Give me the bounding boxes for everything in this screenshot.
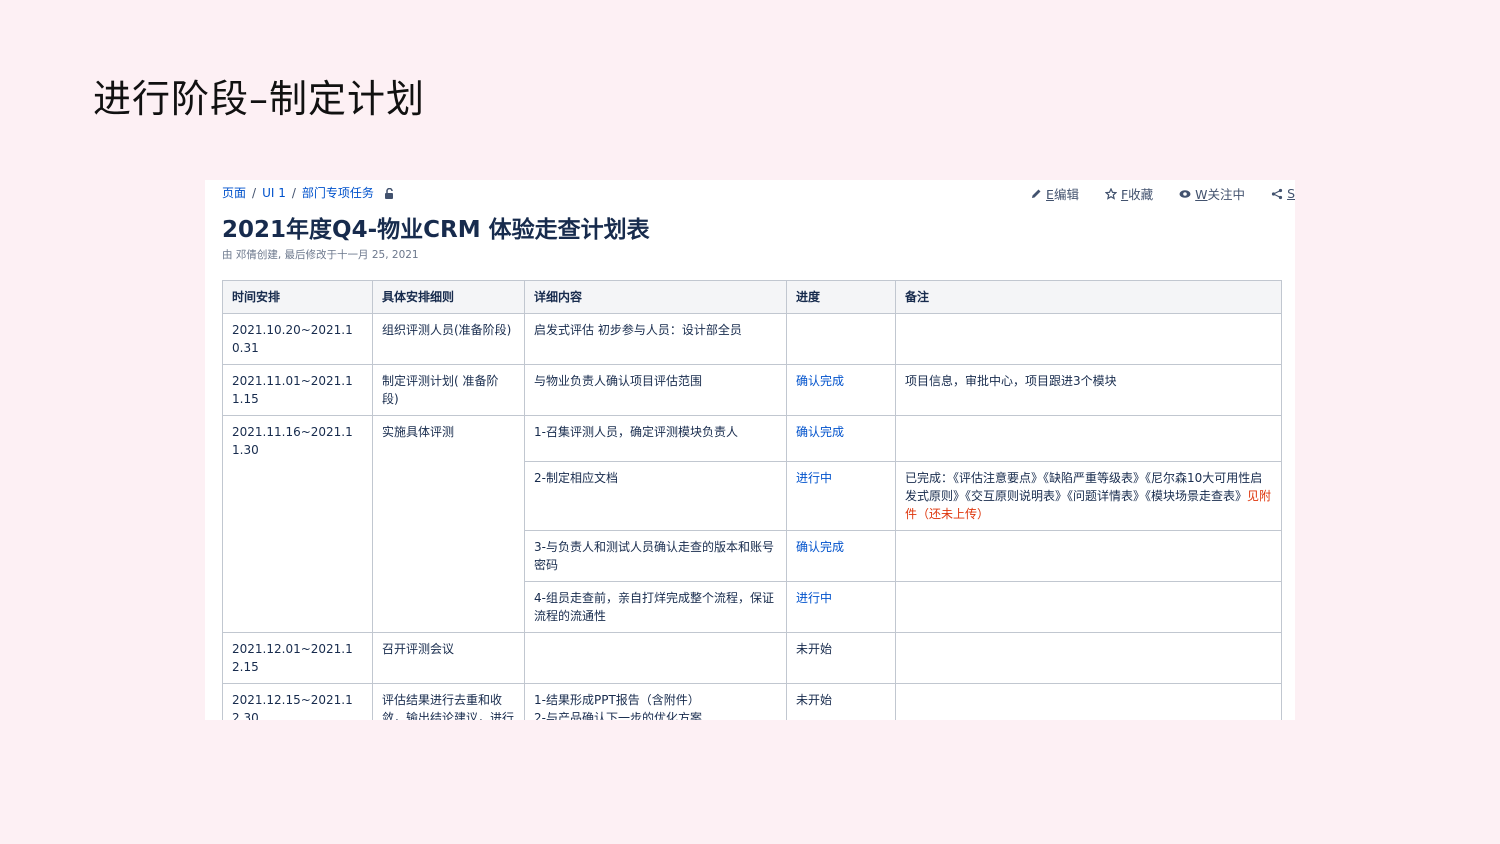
watch-shortcut: W xyxy=(1195,187,1208,202)
time-cell: 2021.12.15~2021.12.30 xyxy=(222,683,373,720)
detail-cell: 召开评测会议 xyxy=(372,632,525,684)
content-cell: 1-召集评测人员，确定评测模块负责人 xyxy=(524,415,787,462)
plan-table: 时间安排 具体安排细则 详细内容 进度 备注 2021.10.20~2021.1… xyxy=(222,280,1282,720)
time-cell: 2021.10.20~2021.10.31 xyxy=(222,313,373,365)
page-actions: E编辑 F收藏 W关注中 S xyxy=(1030,184,1295,203)
breadcrumb-separator: / xyxy=(291,185,296,200)
edit-button[interactable]: E编辑 xyxy=(1030,184,1079,203)
content-cell: 启发式评估 初步参与人员：设计部全员 xyxy=(524,313,787,365)
note-cell xyxy=(895,632,1282,684)
column-header: 详细内容 xyxy=(524,280,787,314)
note-cell xyxy=(895,313,1282,365)
table-row: 2021.12.01~2021.12.15 召开评测会议 未开始 xyxy=(222,632,1282,684)
column-header: 具体安排细则 xyxy=(372,280,525,314)
page-meta: 由 邓倩创建, 最后修改于十一月 25, 2021 xyxy=(222,249,419,261)
watch-label: 关注中 xyxy=(1207,187,1246,202)
table-row: 2021.10.20~2021.10.31 组织评测人员(准备阶段) 启发式评估… xyxy=(222,313,1282,365)
detail-cell: 制定评测计划( 准备阶段) xyxy=(372,364,525,416)
share-button[interactable]: S xyxy=(1271,186,1295,201)
progress-cell: 确认完成 xyxy=(786,364,896,416)
progress-cell: 未开始 xyxy=(786,632,896,684)
breadcrumb-item-pages[interactable]: 页面 xyxy=(222,184,246,201)
progress-cell: 确认完成 xyxy=(786,415,896,462)
watch-button[interactable]: W关注中 xyxy=(1179,184,1245,203)
content-cell: 4-组员走查前，亲自打烊完成整个流程，保证流程的流通性 xyxy=(524,581,787,633)
slide-title: 进行阶段–制定计划 xyxy=(93,77,426,121)
favorite-button[interactable]: F收藏 xyxy=(1104,184,1154,203)
content-cell: 3-与负责人和测试人员确认走查的版本和账号密码 xyxy=(524,530,787,582)
note-cell xyxy=(895,530,1282,582)
time-cell: 2021.11.01~2021.11.15 xyxy=(222,364,373,416)
progress-cell: 确认完成 xyxy=(786,530,896,582)
note-cell xyxy=(895,415,1282,462)
breadcrumb-item-dept-tasks[interactable]: 部门专项任务 xyxy=(302,184,374,201)
note-cell: 项目信息，审批中心，项目跟进3个模块 xyxy=(895,364,1282,416)
edit-shortcut: E xyxy=(1046,187,1054,202)
note-cell: 已完成：《评估注意要点》《缺陷严重等级表》《尼尔森10大可用性启发式原则》《交互… xyxy=(895,461,1282,531)
unlock-icon[interactable] xyxy=(384,187,394,199)
content-cell xyxy=(524,632,787,684)
breadcrumb-separator: / xyxy=(252,185,257,200)
column-header: 备注 xyxy=(895,280,1282,314)
table-header-row: 时间安排 具体安排细则 详细内容 进度 备注 xyxy=(222,280,1282,314)
progress-cell xyxy=(786,313,896,365)
share-shortcut: S xyxy=(1287,186,1295,201)
progress-cell: 进行中 xyxy=(786,461,896,531)
detail-cell: 组织评测人员(准备阶段) xyxy=(372,313,525,365)
table-row: 2021.12.15~2021.12.30 评估结果进行去重和收敛，输出结论建议… xyxy=(222,683,1282,720)
eye-icon xyxy=(1179,189,1191,198)
favorite-label: 收藏 xyxy=(1128,187,1154,202)
edit-label: 编辑 xyxy=(1053,187,1079,202)
pencil-icon xyxy=(1032,189,1041,198)
time-cell: 2021.11.16~2021.11.30 xyxy=(222,415,373,633)
content-cell: 2-制定相应文档 xyxy=(524,461,787,531)
content-line: 2-与产品确认下一步的优化方案 xyxy=(534,711,702,720)
star-icon xyxy=(1104,187,1117,200)
content-line: 1-结果形成PPT报告（含附件） xyxy=(534,693,700,707)
share-icon xyxy=(1271,188,1283,199)
note-cell xyxy=(895,683,1282,720)
detail-cell: 评估结果进行去重和收敛，输出结论建议，进行可视化归类报告 xyxy=(372,683,525,720)
progress-cell: 进行中 xyxy=(786,581,896,633)
breadcrumb: 页面 / UI 1 / 部门专项任务 xyxy=(222,184,394,201)
table-row: 2021.11.01~2021.11.15 制定评测计划( 准备阶段) 与物业负… xyxy=(222,364,1282,416)
detail-cell: 实施具体评测 xyxy=(372,415,525,633)
table-row: 2021.11.16~2021.11.30 实施具体评测 1-召集评测人员，确定… xyxy=(222,415,1282,633)
note-cell xyxy=(895,581,1282,633)
confluence-screenshot: 页面 / UI 1 / 部门专项任务 E编辑 F收藏 W关注中 S 2021年度… xyxy=(205,180,1295,720)
breadcrumb-item-ui1[interactable]: UI 1 xyxy=(262,186,286,200)
progress-cell: 未开始 xyxy=(786,683,896,720)
note-text: 已完成：《评估注意要点》《缺陷严重等级表》《尼尔森10大可用性启发式原则》《交互… xyxy=(905,471,1263,503)
column-header: 时间安排 xyxy=(222,280,373,314)
content-cell: 1-结果形成PPT报告（含附件） 2-与产品确认下一步的优化方案 xyxy=(524,683,787,720)
column-header: 进度 xyxy=(786,280,896,314)
page-title: 2021年度Q4-物业CRM 体验走查计划表 xyxy=(222,217,650,243)
time-cell: 2021.12.01~2021.12.15 xyxy=(222,632,373,684)
content-cell: 与物业负责人确认项目评估范围 xyxy=(524,364,787,416)
